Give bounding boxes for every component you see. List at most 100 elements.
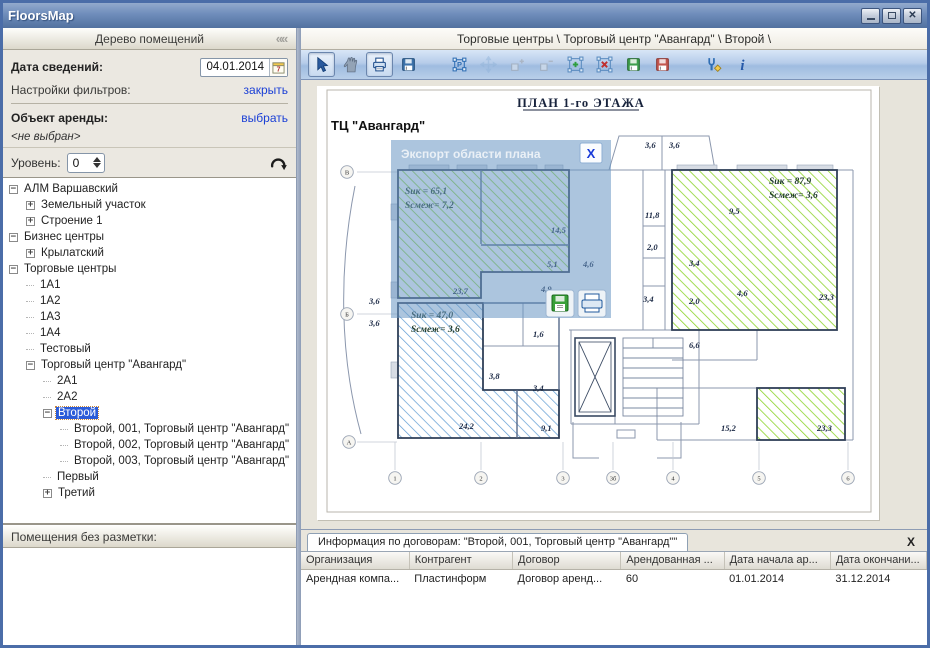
tree-item[interactable]: Первый <box>3 469 296 485</box>
tree-item[interactable]: + Крылатский <box>3 245 296 261</box>
tree-item-label[interactable]: Торговые центры <box>22 263 118 275</box>
tree-item-label[interactable]: Первый <box>55 471 101 483</box>
tree-item-label[interactable]: Второй, 001, Торговый центр "Авангард" <box>72 423 291 435</box>
table-row[interactable]: Арендная компа...ПластинформДоговор арен… <box>301 569 927 588</box>
date-input[interactable]: 04.01.2014 7 <box>200 58 288 77</box>
tree-item-label[interactable]: Второй, 002, Торговый центр "Авангард" <box>72 439 291 451</box>
save-green-button[interactable] <box>620 52 647 77</box>
expand-node-icon[interactable]: + <box>26 249 35 258</box>
collapse-node-icon[interactable]: − <box>26 361 35 370</box>
expand-node-icon[interactable]: + <box>43 489 52 498</box>
maximize-button[interactable] <box>882 8 901 24</box>
axis-label: А <box>347 439 352 446</box>
divider <box>11 103 288 104</box>
collapse-node-icon[interactable]: − <box>9 265 18 274</box>
refresh-button[interactable] <box>268 153 288 173</box>
tree-item[interactable]: −Второй <box>3 405 296 421</box>
plan-canvas[interactable]: ПЛАН 1-го ЭТАЖА ТЦ "Авангард" <box>301 80 927 529</box>
save-blue-button[interactable] <box>395 52 422 77</box>
tree-item-label[interactable]: Бизнес центры <box>22 231 106 243</box>
tree-item[interactable]: 1А2 <box>3 293 296 309</box>
dimension-label: 3,4 <box>688 258 700 268</box>
tree-item-label[interactable]: Второй <box>56 407 98 419</box>
table-column-header[interactable]: Организация <box>301 552 409 569</box>
print-button[interactable] <box>366 52 393 77</box>
calendar-button[interactable]: 7 <box>269 59 287 76</box>
table-column-header[interactable]: Дата окончани... <box>830 552 926 569</box>
filters-close-link[interactable]: закрыть <box>244 83 288 97</box>
tree-item[interactable]: −Торговый центр "Авангард" <box>3 357 296 373</box>
spin-down-icon[interactable] <box>93 163 101 168</box>
hand-button[interactable] <box>337 52 364 77</box>
level-spinner[interactable]: 0 <box>67 153 105 173</box>
tree-item-label[interactable]: Строение 1 <box>39 215 105 227</box>
tree-item-label[interactable]: Торговый центр "Авангард" <box>39 359 188 371</box>
delete-selection-button[interactable] <box>591 52 618 77</box>
tree-item[interactable]: + Третий <box>3 485 296 501</box>
tree-item[interactable]: 1А3 <box>3 309 296 325</box>
tree-item[interactable]: 2А1 <box>3 373 296 389</box>
collapse-node-icon[interactable]: − <box>9 185 18 194</box>
table-column-header[interactable]: Договор <box>513 552 621 569</box>
spin-up-icon[interactable] <box>93 157 101 162</box>
cursor-button[interactable] <box>308 52 335 77</box>
tree-item[interactable]: −АЛМ Варшавский <box>3 181 296 197</box>
expand-node-icon[interactable]: + <box>26 217 35 226</box>
collapse-node-icon[interactable]: − <box>9 233 18 242</box>
tree-item[interactable]: Тестовый <box>3 341 296 357</box>
collapse-panel-button[interactable]: «« <box>266 31 296 46</box>
tree-item[interactable]: Второй, 003, Торговый центр "Авангард" <box>3 453 296 469</box>
tree-item[interactable]: + Земельный участок <box>3 197 296 213</box>
tree-item-label[interactable]: Второй, 003, Торговый центр "Авангард" <box>72 455 291 467</box>
tree-item-label[interactable]: Тестовый <box>38 343 93 355</box>
export-overlay[interactable]: Экспорт области плана X <box>391 140 611 318</box>
floor-plan[interactable]: ПЛАН 1-го ЭТАЖА ТЦ "Авангард" <box>317 86 879 520</box>
unmarked-header: Помещения без разметки: <box>3 526 296 548</box>
tree-item[interactable]: 1А1 <box>3 277 296 293</box>
export-close-button[interactable]: X <box>580 143 602 163</box>
date-value[interactable]: 04.01.2014 <box>201 61 269 73</box>
tree-item-label[interactable]: 2А1 <box>55 375 79 387</box>
add-selection-button[interactable] <box>562 52 589 77</box>
axis-label: Б <box>345 311 349 318</box>
save-red-button[interactable] <box>649 52 676 77</box>
tree-item-label[interactable]: Земельный участок <box>39 199 148 211</box>
tree-item[interactable]: 1А4 <box>3 325 296 341</box>
export-save-button[interactable] <box>546 290 574 317</box>
tree-item[interactable]: + Строение 1 <box>3 213 296 229</box>
room-tree[interactable]: −АЛМ Варшавский+Земельный участок+Строен… <box>3 178 296 525</box>
tree-item[interactable]: −Бизнес центры <box>3 229 296 245</box>
select-plan-region-button[interactable]: P <box>446 52 473 77</box>
unmarked-list[interactable] <box>3 548 296 645</box>
tree-item-label[interactable]: 1А4 <box>38 327 62 339</box>
tree-item[interactable]: Второй, 002, Торговый центр "Авангард" <box>3 437 296 453</box>
tree-item[interactable]: Второй, 001, Торговый центр "Авангард" <box>3 421 296 437</box>
tree-item-label[interactable]: Крылатский <box>39 247 106 259</box>
axis-label: 5 <box>757 475 760 482</box>
close-button[interactable]: ✕ <box>903 8 922 24</box>
level-value[interactable]: 0 <box>68 154 90 172</box>
tree-item-label[interactable]: 1А3 <box>38 311 62 323</box>
info-button[interactable]: i <box>729 52 756 77</box>
contracts-close-button[interactable]: X <box>901 535 921 551</box>
tree-item-label[interactable]: Третий <box>56 487 97 499</box>
room-blue-left[interactable] <box>398 303 559 438</box>
spinner-arrows[interactable] <box>90 154 104 172</box>
tree-item-label[interactable]: 1А1 <box>38 279 62 291</box>
tree-item-label[interactable]: 1А2 <box>38 295 62 307</box>
contracts-tab[interactable]: Информация по договорам: "Второй, 001, Т… <box>307 533 688 551</box>
table-column-header[interactable]: Контрагент <box>409 552 512 569</box>
tree-leaf-connector <box>26 349 34 350</box>
table-column-header[interactable]: Арендованная ... <box>621 552 724 569</box>
tree-item-label[interactable]: 2А2 <box>55 391 79 403</box>
tree-item-label[interactable]: АЛМ Варшавский <box>22 183 120 195</box>
rent-select-link[interactable]: выбрать <box>241 111 288 125</box>
table-column-header[interactable]: Дата начала ар... <box>724 552 830 569</box>
export-print-button[interactable] <box>578 290 606 317</box>
expand-node-icon[interactable]: + <box>26 201 35 210</box>
collapse-node-icon[interactable]: − <box>43 409 52 418</box>
tree-item[interactable]: 2А2 <box>3 389 296 405</box>
settings-button[interactable] <box>700 52 727 77</box>
tree-item[interactable]: −Торговые центры <box>3 261 296 277</box>
minimize-button[interactable] <box>861 8 880 24</box>
